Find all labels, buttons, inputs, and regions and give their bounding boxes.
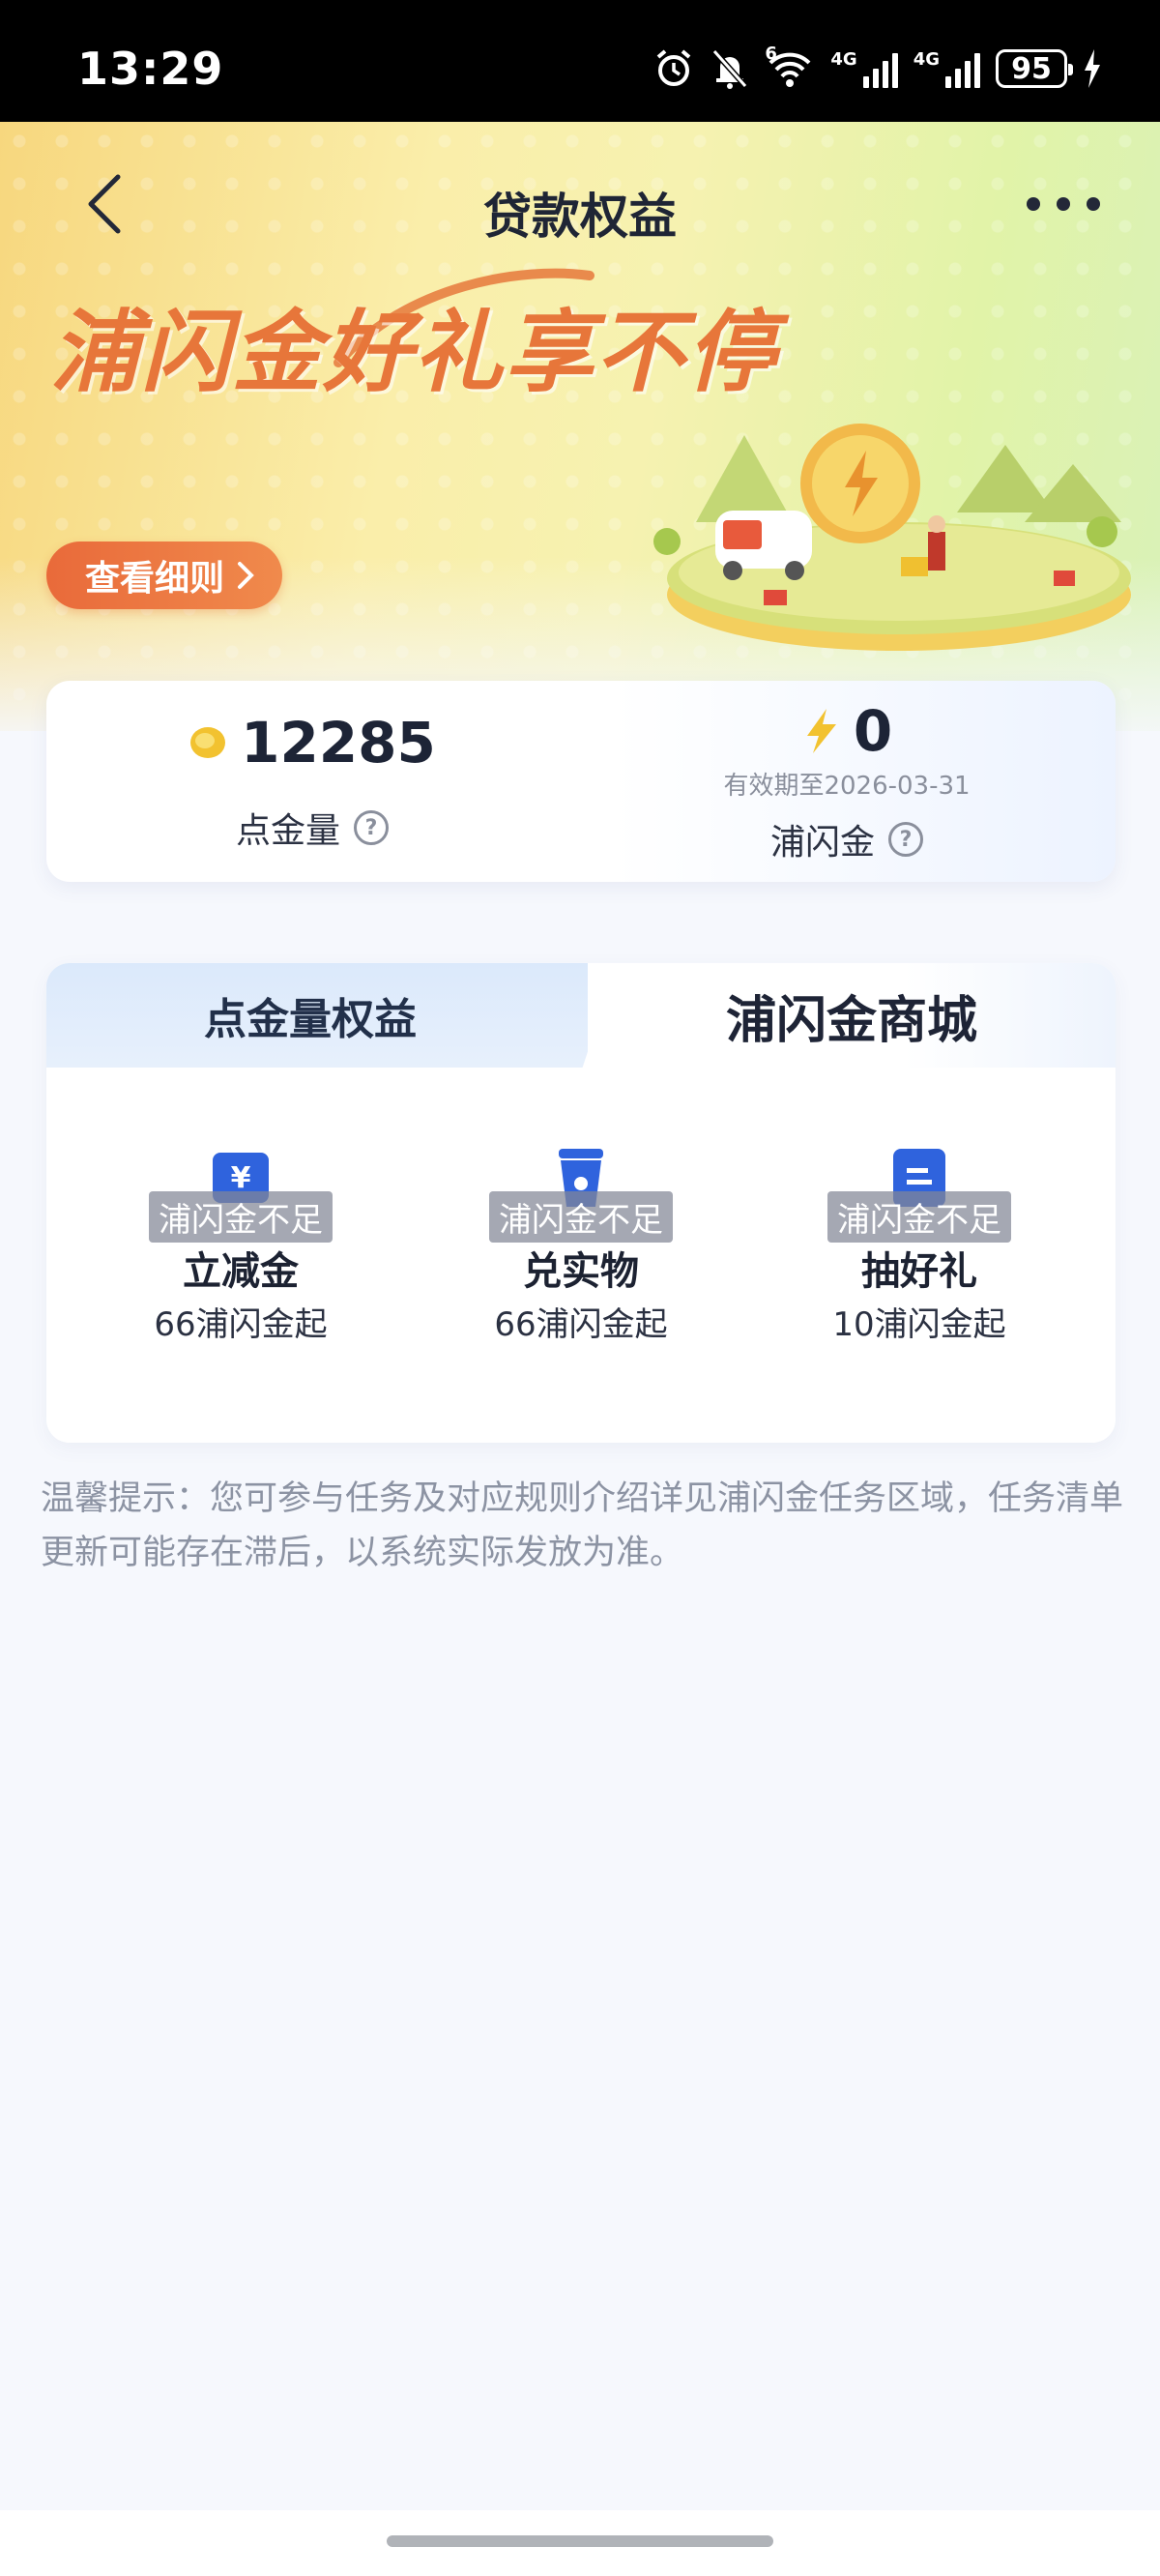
page-title: 贷款权益 bbox=[483, 189, 677, 245]
wifi-label: 6 bbox=[765, 44, 777, 64]
home-indicator[interactable] bbox=[387, 2535, 773, 2547]
gold-coin-icon bbox=[190, 727, 226, 758]
insufficient-badge: 浦闪金不足 bbox=[489, 1191, 673, 1243]
benefits-tabs-card: 点金量权益 浦闪金商城 ¥ 浦闪金不足 立减金 66浦闪金起 浦闪金不足 兑实物… bbox=[46, 963, 1116, 1443]
dianjin-label-row[interactable]: 点金量 ? bbox=[46, 803, 578, 853]
points-summary-card: 12285 点金量 ? 0 有效期至2026-03-31 浦闪金 ? bbox=[46, 681, 1116, 882]
insufficient-badge: 浦闪金不足 bbox=[827, 1191, 1011, 1243]
store-item-price: 66浦闪金起 bbox=[154, 1305, 328, 1344]
battery-level: 95 bbox=[1011, 51, 1052, 86]
page: 13:29 6 4G 4G 95 贷款权益 浦闪金好礼享不停 查看细则 1228… bbox=[0, 0, 1160, 2576]
view-rules-label: 查看细则 bbox=[85, 559, 225, 599]
chevron-right-icon bbox=[238, 562, 254, 589]
insufficient-badge: 浦闪金不足 bbox=[149, 1191, 333, 1243]
pushan-value: 0 bbox=[853, 698, 893, 764]
dianjin-value-row: 12285 bbox=[46, 710, 578, 776]
status-bar: 13:29 6 4G 4G 95 bbox=[0, 0, 1160, 122]
more-dot-icon bbox=[1057, 197, 1070, 211]
banner-illustration bbox=[653, 424, 1131, 651]
wifi-icon: 6 bbox=[765, 44, 815, 90]
pushan-value-row: 0 bbox=[578, 698, 1116, 764]
pushan-label: 浦闪金 bbox=[769, 823, 875, 863]
pushan-panel: 0 有效期至2026-03-31 浦闪金 ? bbox=[578, 681, 1116, 882]
status-icons: 6 4G 4G 95 bbox=[652, 44, 1102, 93]
store-item-price: 66浦闪金起 bbox=[494, 1305, 668, 1344]
dianjin-label: 点金量 bbox=[235, 811, 340, 851]
cell-signal-2: 4G bbox=[914, 49, 980, 88]
store-item-name: 兑实物 bbox=[523, 1249, 639, 1294]
status-time: 13:29 bbox=[77, 43, 224, 95]
pushan-store-panel: ¥ 浦闪金不足 立减金 66浦闪金起 浦闪金不足 兑实物 66浦闪金起 浦闪金不… bbox=[46, 1068, 1116, 1443]
store-item-physical[interactable]: 浦闪金不足 兑实物 66浦闪金起 bbox=[436, 1145, 726, 1377]
dianjin-panel: 12285 点金量 ? bbox=[46, 681, 578, 882]
svg-text:¥: ¥ bbox=[231, 1161, 251, 1195]
pushan-label-row[interactable]: 浦闪金 ? bbox=[578, 814, 1116, 864]
battery-indicator: 95 bbox=[996, 49, 1073, 88]
dianjin-value: 12285 bbox=[241, 710, 436, 776]
pushan-expiry: 有效期至2026-03-31 bbox=[723, 772, 971, 801]
more-dot-icon bbox=[1027, 197, 1040, 211]
store-item-voucher[interactable]: ¥ 浦闪金不足 立减金 66浦闪金起 bbox=[96, 1145, 386, 1377]
mute-bell-icon bbox=[712, 49, 748, 89]
more-dot-icon bbox=[1087, 197, 1100, 211]
charging-icon bbox=[1085, 49, 1100, 88]
network-type-1: 4G bbox=[830, 49, 857, 70]
tab-pushan-store[interactable]: 浦闪金商城 bbox=[588, 963, 1116, 1068]
lightning-icon bbox=[806, 709, 836, 753]
store-item-name: 立减金 bbox=[183, 1249, 299, 1294]
tips-text: 温馨提示：您可参与任务及对应规则介绍详见浦闪金任务区域，任务清单更新可能存在滞后… bbox=[41, 1479, 1124, 1572]
network-type-2: 4G bbox=[913, 49, 940, 70]
tab-dianjin-benefits[interactable]: 点金量权益 bbox=[46, 963, 617, 1068]
view-rules-button[interactable]: 查看细则 bbox=[46, 542, 283, 609]
alarm-icon bbox=[657, 49, 691, 86]
help-icon[interactable]: ? bbox=[888, 822, 923, 857]
store-item-name: 抽好礼 bbox=[861, 1249, 977, 1294]
store-item-lucky-draw[interactable]: 浦闪金不足 抽好礼 10浦闪金起 bbox=[774, 1145, 1064, 1377]
more-button[interactable] bbox=[1027, 190, 1100, 219]
cell-signal-1: 4G bbox=[830, 49, 898, 88]
help-icon[interactable]: ? bbox=[354, 810, 389, 845]
store-item-price: 10浦闪金起 bbox=[832, 1305, 1006, 1344]
